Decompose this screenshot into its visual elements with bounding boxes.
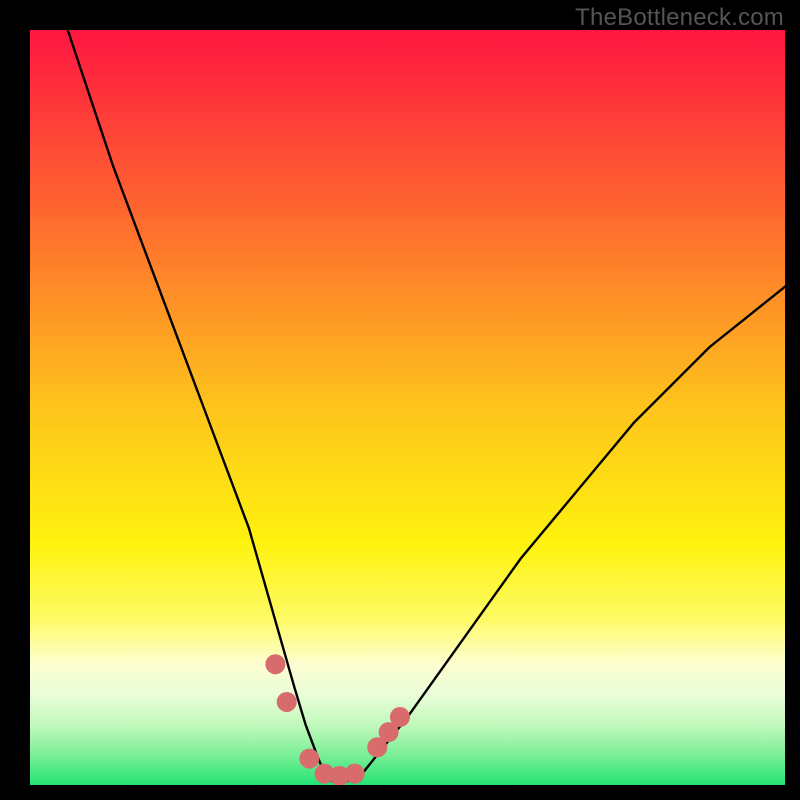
- chart-frame: TheBottleneck.com: [0, 0, 800, 800]
- data-marker: [345, 764, 365, 784]
- data-marker: [265, 654, 285, 674]
- data-marker: [299, 749, 319, 769]
- data-marker: [277, 692, 297, 712]
- data-marker: [390, 707, 410, 727]
- watermark-text: TheBottleneck.com: [575, 4, 784, 32]
- plot-svg: [30, 30, 785, 785]
- gradient-background: [30, 30, 785, 785]
- plot-area: [30, 30, 785, 785]
